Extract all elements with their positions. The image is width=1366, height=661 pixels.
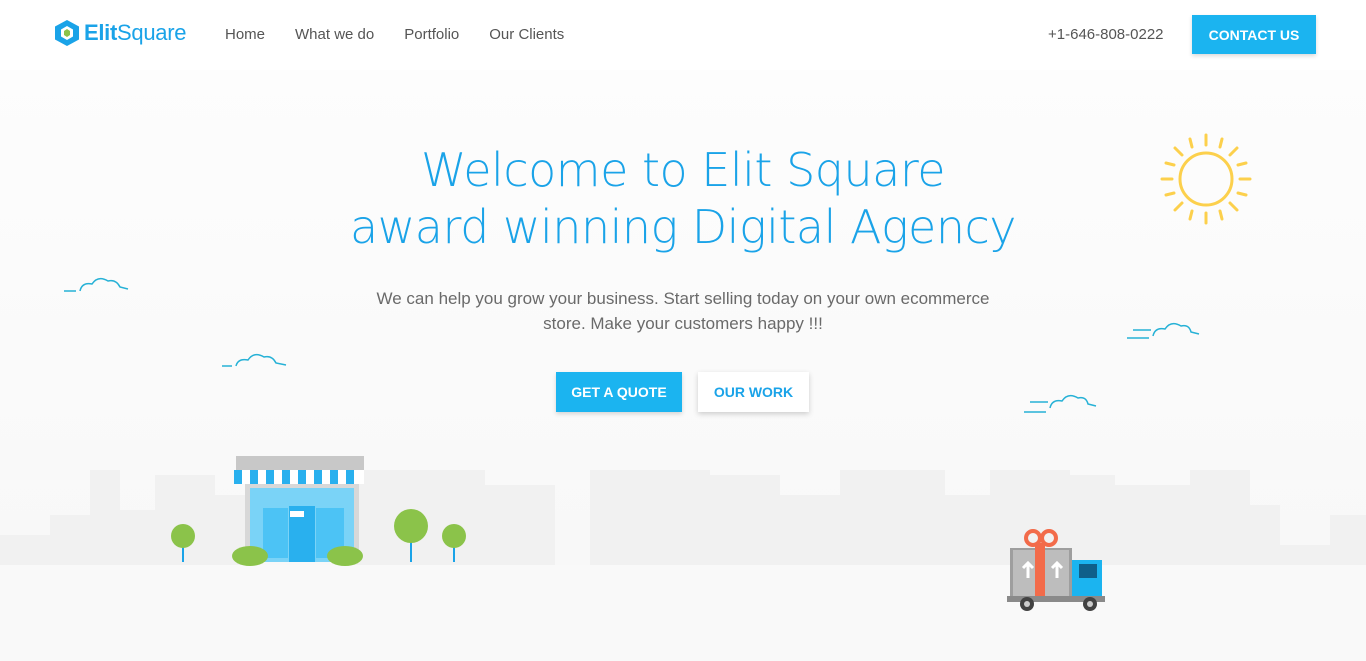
logo[interactable]: ElitSquare <box>54 18 186 48</box>
cloud-icon <box>64 277 129 292</box>
contact-us-button[interactable]: CONTACT US <box>1192 15 1316 54</box>
site-header: ElitSquare Home What we do Portfolio Our… <box>0 0 1366 70</box>
hero-subtitle: We can help you grow your business. Star… <box>343 286 1023 336</box>
storefront-illustration <box>171 456 466 566</box>
hero-title-line2: award winning Digital Agency <box>349 200 1017 254</box>
tree-icon <box>171 524 195 562</box>
logo-text: ElitSquare <box>84 20 187 45</box>
hero-title: Welcome to Elit Square award winning Dig… <box>283 142 1083 256</box>
hero-subtitle-line1: We can help you grow your business. Star… <box>376 289 990 308</box>
sun-icon <box>1160 133 1252 225</box>
cloud-icon <box>222 353 287 367</box>
tree-icon <box>442 524 466 562</box>
our-work-button[interactable]: OUR WORK <box>698 372 809 412</box>
nav-home[interactable]: Home <box>225 25 265 45</box>
nav-our-clients[interactable]: Our Clients <box>489 25 564 45</box>
delivery-truck-icon <box>1007 529 1105 611</box>
nav-portfolio[interactable]: Portfolio <box>404 25 459 45</box>
tree-icon <box>394 509 428 562</box>
hero-title-line1: Welcome to Elit Square <box>420 143 946 197</box>
cloud-icon <box>1024 394 1097 413</box>
phone-number[interactable]: +1-646-808-0222 <box>1048 25 1164 45</box>
nav-what-we-do[interactable]: What we do <box>295 25 374 45</box>
cloud-icon <box>1127 322 1200 339</box>
get-a-quote-button[interactable]: GET A QUOTE <box>556 372 682 412</box>
hero-subtitle-line2: store. Make your customers happy !!! <box>543 314 823 333</box>
hexagon-logo-icon <box>55 20 79 46</box>
main-nav: Home What we do Portfolio Our Clients <box>225 25 594 45</box>
awning <box>234 456 364 484</box>
